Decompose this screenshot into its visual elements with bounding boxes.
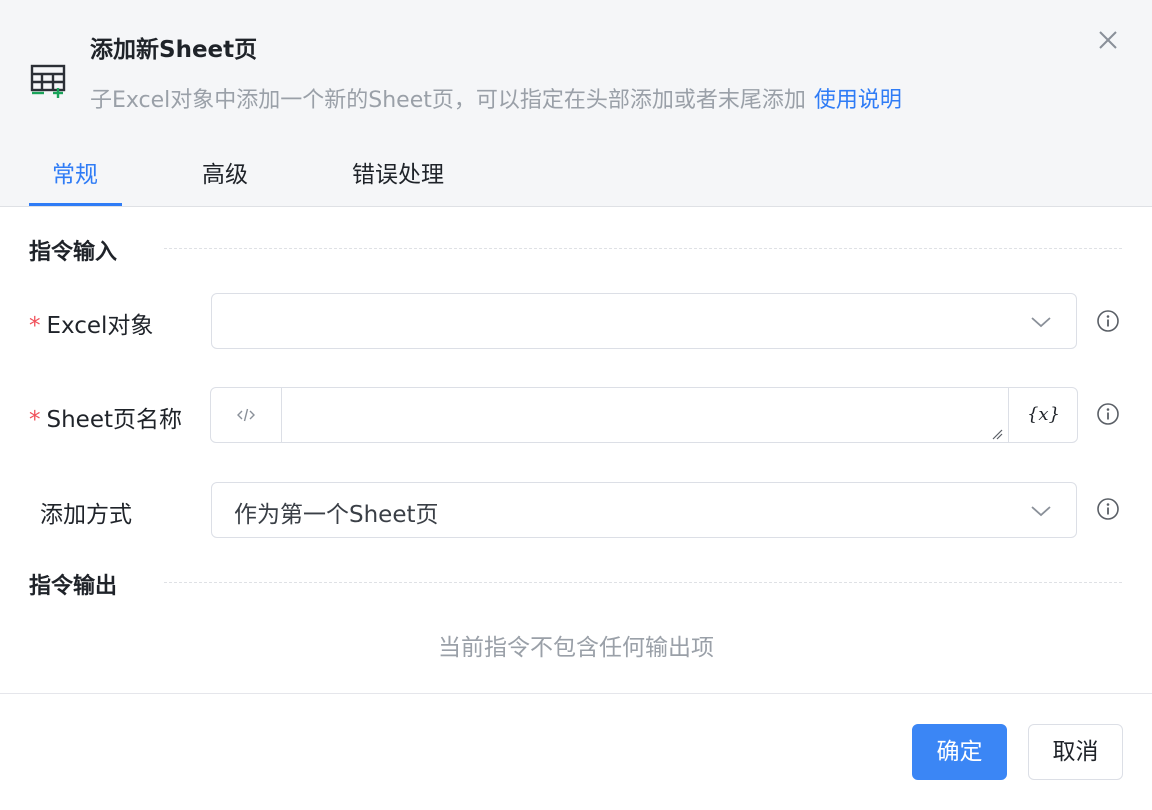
section-title-input: 指令输入 <box>29 240 118 265</box>
excel-object-select[interactable] <box>211 293 1077 349</box>
insert-variable-button[interactable]: {x} <box>1008 388 1078 442</box>
info-icon[interactable] <box>1096 402 1120 426</box>
excel-sheet-add-icon <box>30 64 66 98</box>
footer-divider <box>0 693 1152 694</box>
dialog-description: 子Excel对象中添加一个新的Sheet页，可以指定在头部添加或者末尾添加 使用说… <box>90 82 902 114</box>
section-title-output: 指令输出 <box>29 574 118 599</box>
required-mark: * <box>29 313 41 339</box>
tab-advanced[interactable]: 高级 <box>202 155 248 189</box>
info-icon[interactable] <box>1096 497 1120 521</box>
field-label-sheet-name: * Sheet页名称 <box>29 407 182 433</box>
close-icon[interactable] <box>1094 26 1122 54</box>
empty-output-message: 当前指令不包含任何输出项 <box>438 635 714 661</box>
required-mark: * <box>29 407 41 433</box>
section-divider <box>164 582 1122 583</box>
active-tab-indicator <box>29 203 122 206</box>
dialog-header: 添加新Sheet页 子Excel对象中添加一个新的Sheet页，可以指定在头部添… <box>0 0 1152 207</box>
chevron-down-icon <box>1031 317 1051 328</box>
tab-error-handling[interactable]: 错误处理 <box>352 155 444 189</box>
resize-handle-icon[interactable] <box>991 428 1003 440</box>
confirm-button[interactable]: 确定 <box>912 724 1007 780</box>
field-label-add-method: 添加方式 <box>40 502 132 528</box>
description-text: 子Excel对象中添加一个新的Sheet页，可以指定在头部添加或者末尾添加 <box>90 88 806 113</box>
tab-general[interactable]: 常规 <box>52 155 98 189</box>
cancel-button[interactable]: 取消 <box>1028 724 1123 780</box>
sheet-name-input[interactable] <box>282 388 1011 446</box>
code-icon <box>237 408 255 422</box>
help-link[interactable]: 使用说明 <box>814 88 902 113</box>
add-method-select[interactable]: 作为第一个Sheet页 <box>211 482 1077 538</box>
field-label-excel-object: * Excel对象 <box>29 313 154 339</box>
section-divider <box>164 248 1122 249</box>
info-icon[interactable] <box>1096 309 1120 333</box>
select-value: 作为第一个Sheet页 <box>234 502 439 528</box>
dialog-title: 添加新Sheet页 <box>90 37 258 63</box>
chevron-down-icon <box>1031 506 1051 517</box>
sheet-name-input-group: {x} <box>210 387 1078 446</box>
code-mode-button[interactable] <box>211 388 282 442</box>
